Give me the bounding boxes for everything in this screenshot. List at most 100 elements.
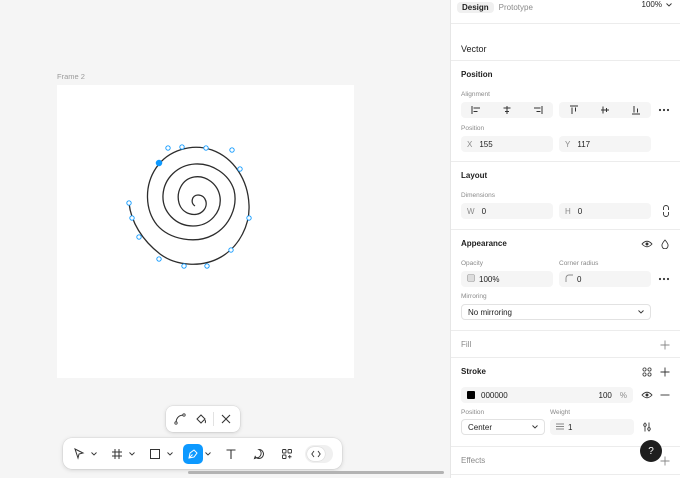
close-icon [221,414,231,424]
align-right-button[interactable] [522,102,553,118]
comment-tool-button[interactable] [249,444,269,464]
anchor-point[interactable] [228,247,234,253]
remove-stroke-button[interactable] [658,388,672,402]
anchor-point[interactable] [126,200,132,206]
panel-tabs: Design Prototype 100% [451,0,680,14]
anchor-point[interactable] [165,145,171,151]
align-center-icon [503,106,511,114]
anchor-point[interactable] [246,215,252,221]
text-tool-button[interactable] [221,444,241,464]
width-field[interactable]: W 0 [461,203,553,219]
align-left-button[interactable] [461,102,492,118]
stroke-opacity[interactable]: 100 [599,391,612,400]
anchor-point[interactable] [229,147,235,153]
stroke-color-field[interactable]: 000000 100 % [461,387,633,403]
fill-section: Fill [451,330,680,357]
zoom-value: 100% [641,0,662,9]
canvas[interactable]: Frame 2 [0,0,450,478]
code-icon [307,446,325,461]
x-position-field[interactable]: X 155 [461,136,553,152]
plus-icon [660,456,670,466]
opacity-field[interactable]: 100% [461,271,553,287]
properties-panel: Design Prototype 100% Vector Position Al… [450,0,680,478]
chevron-down-icon[interactable] [203,451,213,456]
actions-tool[interactable] [277,443,297,465]
stroke-visibility-toggle[interactable] [640,388,654,402]
layout-title: Layout [461,171,488,180]
frame-tool[interactable] [107,443,137,465]
zoom-control[interactable]: 100% [642,0,672,9]
anchor-point[interactable] [179,144,185,150]
align-center-button[interactable] [492,102,523,118]
selected-anchor-point[interactable] [155,159,163,167]
move-tool-button[interactable] [69,444,89,464]
tab-prototype[interactable]: Prototype [494,2,538,13]
chevron-down-icon[interactable] [89,451,99,456]
anchor-point[interactable] [181,263,187,269]
actions-tool-button[interactable] [277,444,297,464]
effects-title: Effects [461,456,486,465]
dimensions-label: Dimensions [461,192,495,199]
stroke-weight-label: Weight [550,409,571,416]
anchor-point[interactable] [203,145,209,151]
visibility-toggle[interactable] [640,237,654,251]
pen-tool[interactable] [183,443,213,465]
vertical-alignment [559,102,651,118]
mirroring-select[interactable]: No mirroring [461,304,651,320]
add-stroke-button[interactable] [658,365,672,379]
paint-bucket-icon [195,414,206,424]
help-button[interactable]: ? [640,440,662,462]
constrain-proportions-button[interactable] [659,204,673,218]
corner-radius-value: 0 [577,274,582,284]
bend-tool-button[interactable] [170,409,190,429]
align-bottom-button[interactable] [620,102,651,118]
close-edit-button[interactable] [216,409,236,429]
more-appearance-button[interactable] [657,272,671,286]
anchor-point[interactable] [156,256,162,262]
chevron-down-icon[interactable] [127,451,137,456]
selection-header: Vector [451,23,680,60]
height-field[interactable]: H 0 [559,203,651,219]
selection-title: Vector [461,44,487,54]
frame-icon [112,448,122,459]
stroke-settings-button[interactable] [640,420,654,434]
blend-mode-button[interactable] [658,237,672,251]
corner-radius-icon [565,274,573,284]
spiral-path[interactable] [128,146,250,265]
move-tool[interactable] [69,443,99,465]
align-right-icon [533,106,543,114]
pen-tool-button[interactable] [183,443,203,464]
anchor-point[interactable] [129,215,135,221]
stroke-section: Stroke 000000 100 % Position Weight Cent… [451,357,680,446]
paint-bucket-button[interactable] [190,409,210,429]
tab-design[interactable]: Design [457,1,494,13]
anchor-point[interactable] [237,166,243,172]
frame-tool-button[interactable] [107,444,127,464]
horizontal-scrollbar[interactable] [188,471,444,474]
stroke-weight-field[interactable]: 1 [550,419,634,435]
align-middle-button[interactable] [590,102,621,118]
chevron-down-icon[interactable] [165,451,175,456]
stroke-color-hex: 000000 [481,390,508,400]
add-fill-button[interactable] [658,338,672,352]
corner-radius-field[interactable]: 0 [559,271,651,287]
stroke-color-swatch[interactable] [467,391,475,399]
shape-tool[interactable] [145,443,175,465]
components-icon [282,448,292,459]
dev-mode-toggle[interactable] [305,444,333,463]
stroke-position-select[interactable]: Center [461,419,545,435]
text-tool[interactable] [221,443,241,465]
rectangle-icon [150,448,160,459]
anchor-point[interactable] [204,263,210,269]
divider [212,412,214,426]
anchor-point[interactable] [136,234,142,240]
y-value: 117 [577,139,591,149]
align-top-button[interactable] [559,102,590,118]
comment-tool[interactable] [249,443,269,465]
sliders-icon [643,422,651,432]
y-position-field[interactable]: Y 117 [559,136,651,152]
stroke-styles-button[interactable] [640,365,654,379]
fill-title: Fill [461,340,472,349]
more-alignment-button[interactable] [657,103,671,117]
rectangle-tool-button[interactable] [145,444,165,464]
